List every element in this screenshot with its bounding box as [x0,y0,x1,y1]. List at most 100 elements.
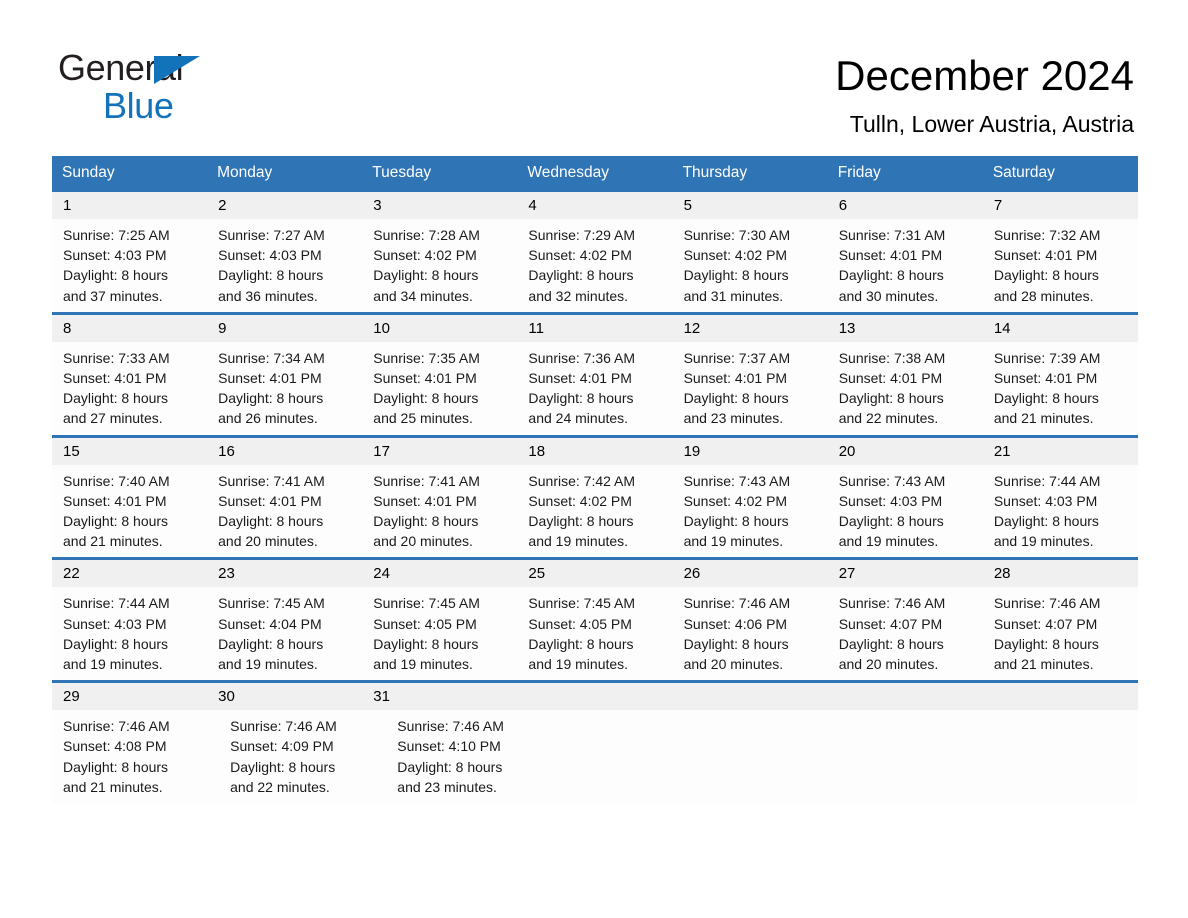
day-number[interactable]: 15 [52,438,207,465]
day-cell[interactable]: Sunrise: 7:30 AM Sunset: 4:02 PM Dayligh… [673,219,828,312]
day-cell[interactable]: Sunrise: 7:40 AM Sunset: 4:01 PM Dayligh… [52,465,207,558]
day-cell[interactable]: Sunrise: 7:43 AM Sunset: 4:02 PM Dayligh… [673,465,828,558]
daylight-text-line1: Daylight: 8 hours [63,635,169,652]
generalblue-logo[interactable]: General Blue [58,48,318,126]
day-cell[interactable]: Sunrise: 7:41 AM Sunset: 4:01 PM Dayligh… [362,465,517,558]
day-number[interactable]: 23 [207,560,362,587]
day-cell[interactable]: Sunrise: 7:45 AM Sunset: 4:05 PM Dayligh… [517,587,672,680]
day-number[interactable]: 1 [52,192,207,219]
day-cell[interactable]: Sunrise: 7:34 AM Sunset: 4:01 PM Dayligh… [207,342,362,435]
sunset-text: Sunset: 4:04 PM [218,615,322,632]
day-cell[interactable]: Sunrise: 7:39 AM Sunset: 4:01 PM Dayligh… [983,342,1138,435]
day-cell[interactable]: Sunrise: 7:45 AM Sunset: 4:04 PM Dayligh… [207,587,362,680]
day-number[interactable]: 11 [517,315,672,342]
day-cell[interactable]: Sunrise: 7:42 AM Sunset: 4:02 PM Dayligh… [517,465,672,558]
day-cell[interactable]: Sunrise: 7:35 AM Sunset: 4:01 PM Dayligh… [362,342,517,435]
day-number[interactable]: 30 [207,683,362,710]
day-number[interactable]: 12 [673,315,828,342]
daylight-text-line2: and 20 minutes. [838,656,939,673]
day-number[interactable]: 17 [362,438,517,465]
day-cell[interactable]: Sunrise: 7:45 AM Sunset: 4:05 PM Dayligh… [362,587,517,680]
day-number[interactable]: 5 [673,192,828,219]
sunset-text: Sunset: 4:05 PM [528,615,632,632]
sunrise-text: Sunrise: 7:43 AM [838,472,946,489]
sunrise-text: Sunrise: 7:34 AM [218,349,325,366]
day-number[interactable]: 16 [207,438,362,465]
day-number[interactable]: 9 [207,315,362,342]
day-number[interactable]: 22 [52,560,207,587]
day-number-empty [517,683,672,710]
sunset-text: Sunset: 4:01 PM [63,370,167,387]
day-cell[interactable]: Sunrise: 7:43 AM Sunset: 4:03 PM Dayligh… [828,465,983,558]
day-number[interactable]: 4 [517,192,672,219]
day-cell[interactable]: Sunrise: 7:37 AM Sunset: 4:01 PM Dayligh… [673,342,828,435]
day-cell[interactable]: Sunrise: 7:46 AM Sunset: 4:07 PM Dayligh… [983,587,1138,680]
sunset-text: Sunset: 4:02 PM [373,247,477,264]
sunrise-text: Sunrise: 7:46 AM [993,595,1101,612]
day-number[interactable]: 3 [362,192,517,219]
sunrise-text: Sunrise: 7:32 AM [993,227,1101,243]
day-number[interactable]: 19 [673,438,828,465]
day-number[interactable]: 2 [207,192,362,219]
sunrise-text: Sunrise: 7:37 AM [683,349,791,366]
sunrise-text: Sunrise: 7:38 AM [838,349,946,366]
day-cell[interactable]: Sunrise: 7:46 AM Sunset: 4:07 PM Dayligh… [828,587,983,680]
sunset-text: Sunset: 4:02 PM [528,247,632,264]
day-cell[interactable]: Sunrise: 7:46 AM Sunset: 4:08 PM Dayligh… [52,710,219,803]
page-title: December 2024 [835,52,1134,99]
calendar-week-row: 15 16 17 18 19 20 21 Sunrise: 7:40 AM Su… [52,434,1138,558]
day-number[interactable]: 26 [673,560,828,587]
day-cell[interactable]: Sunrise: 7:41 AM Sunset: 4:01 PM Dayligh… [207,465,362,558]
weekday-header-saturday: Saturday [992,164,1055,181]
calendar-page: General Blue December 2024 Tulln, Lower … [0,0,1188,918]
daylight-text-line2: and 31 minutes. [683,287,784,304]
day-cell[interactable]: Sunrise: 7:46 AM Sunset: 4:09 PM Dayligh… [219,710,386,803]
sunrise-text: Sunrise: 7:42 AM [528,472,636,489]
sunrise-text: Sunrise: 7:41 AM [218,472,325,489]
sunset-text: Sunset: 4:07 PM [993,615,1098,632]
logo-triangle-icon [154,56,200,84]
day-cell[interactable]: Sunrise: 7:46 AM Sunset: 4:06 PM Dayligh… [673,587,828,680]
day-cell[interactable]: Sunrise: 7:28 AM Sunset: 4:02 PM Dayligh… [362,219,517,312]
day-cell[interactable]: Sunrise: 7:31 AM Sunset: 4:01 PM Dayligh… [828,219,983,312]
day-number[interactable]: 13 [828,315,983,342]
day-cell[interactable]: Sunrise: 7:44 AM Sunset: 4:03 PM Dayligh… [983,465,1138,558]
week-detail-band: Sunrise: 7:33 AM Sunset: 4:01 PM Dayligh… [52,341,1138,435]
day-number[interactable]: 10 [362,315,517,342]
day-number[interactable]: 21 [983,438,1138,465]
daylight-text-line2: and 28 minutes. [993,287,1094,304]
daylight-text-line1: Daylight: 8 hours [528,635,634,652]
day-cell[interactable]: Sunrise: 7:33 AM Sunset: 4:01 PM Dayligh… [52,342,207,435]
day-cell[interactable]: Sunrise: 7:36 AM Sunset: 4:01 PM Dayligh… [517,342,672,435]
day-number[interactable]: 31 [362,683,517,710]
day-number[interactable]: 20 [828,438,983,465]
sunset-text: Sunset: 4:05 PM [373,615,477,632]
day-number[interactable]: 18 [517,438,672,465]
sunrise-text: Sunrise: 7:35 AM [373,349,480,366]
day-number[interactable]: 29 [52,683,207,710]
day-number[interactable]: 7 [983,192,1138,219]
logo-text-blue: Blue [103,85,174,126]
day-number[interactable]: 27 [828,560,983,587]
day-cell[interactable]: Sunrise: 7:44 AM Sunset: 4:03 PM Dayligh… [52,587,207,680]
sunset-text: Sunset: 4:08 PM [63,738,167,755]
sunrise-text: Sunrise: 7:45 AM [373,595,480,612]
day-cell[interactable]: Sunrise: 7:38 AM Sunset: 4:01 PM Dayligh… [828,342,983,435]
day-cell[interactable]: Sunrise: 7:32 AM Sunset: 4:01 PM Dayligh… [983,219,1138,312]
day-number[interactable]: 6 [828,192,983,219]
day-cell[interactable]: Sunrise: 7:25 AM Sunset: 4:03 PM Dayligh… [52,219,207,312]
sunset-text: Sunset: 4:01 PM [528,370,632,387]
day-number[interactable]: 28 [983,560,1138,587]
day-cell[interactable]: Sunrise: 7:29 AM Sunset: 4:02 PM Dayligh… [517,219,672,312]
day-number[interactable]: 24 [362,560,517,587]
daylight-text-line2: and 19 minutes. [373,656,473,673]
daylight-text-line2: and 30 minutes. [838,287,939,304]
day-cell-empty [992,710,1138,803]
day-cell[interactable]: Sunrise: 7:46 AM Sunset: 4:10 PM Dayligh… [386,710,553,803]
day-number[interactable]: 14 [983,315,1138,342]
day-number[interactable]: 8 [52,315,207,342]
day-cell[interactable]: Sunrise: 7:27 AM Sunset: 4:03 PM Dayligh… [207,219,362,312]
sunrise-text: Sunrise: 7:40 AM [63,472,170,489]
daylight-text-line2: and 21 minutes. [993,656,1094,673]
day-number[interactable]: 25 [517,560,672,587]
